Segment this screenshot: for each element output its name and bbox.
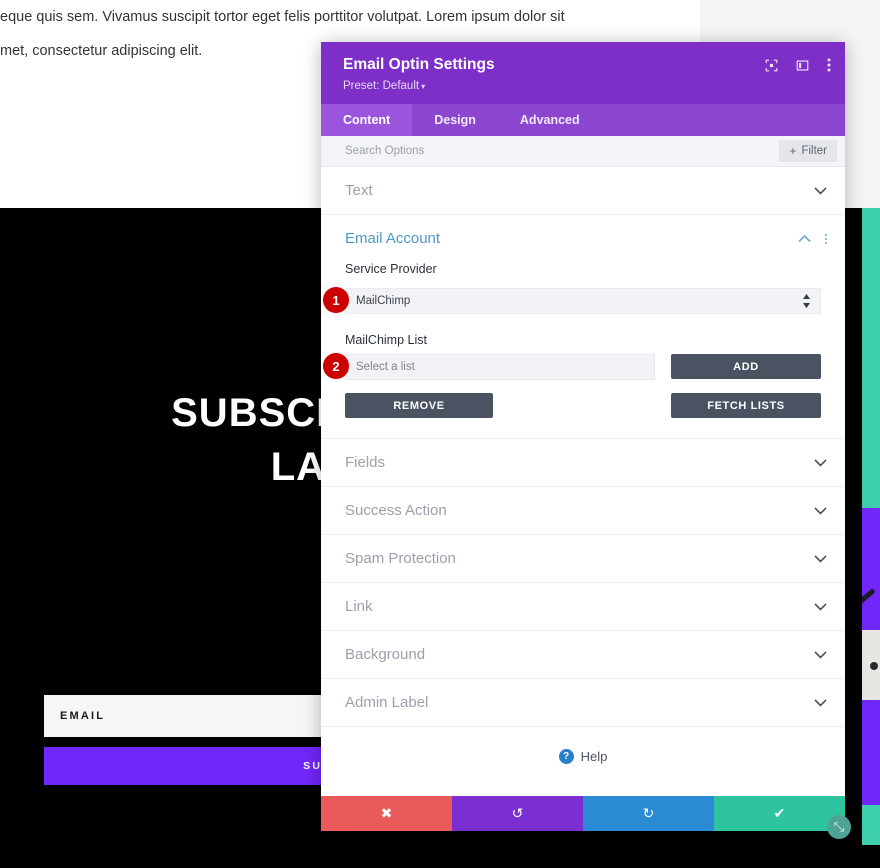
chevron-down-icon	[814, 457, 827, 469]
kebab-menu-icon[interactable]	[827, 58, 831, 72]
section-background: Background	[321, 631, 845, 679]
modal-body: Text Email Account Service Provider 1 Ma…	[321, 167, 845, 796]
filter-button-label: Filter	[801, 145, 827, 157]
panel-layout-icon[interactable]	[796, 59, 809, 72]
resize-handle-icon[interactable]: ⤡	[827, 815, 851, 839]
cancel-button[interactable]: ✖	[321, 796, 452, 831]
mailchimp-list-label: MailChimp List	[345, 333, 427, 347]
modal-tabs: Content Design Advanced	[321, 104, 845, 136]
service-provider-row: 1 MailChimp	[323, 287, 821, 314]
tab-content[interactable]: Content	[321, 104, 413, 136]
help-label: Help	[580, 749, 608, 764]
undo-icon: ↺	[511, 805, 524, 821]
section-spam-protection-title: Spam Protection	[345, 550, 456, 567]
annotation-badge-1: 1	[323, 287, 349, 313]
section-email-account-title: Email Account	[345, 230, 441, 247]
search-input-placeholder: Search Options	[345, 145, 425, 157]
preset-selector[interactable]: Preset: Default ▾	[343, 80, 827, 92]
section-success-action: Success Action	[321, 487, 845, 535]
section-email-account-body: Service Provider 1 MailChimp MailChimp L…	[321, 262, 845, 438]
mailchimp-list-input[interactable]: Select a list	[345, 354, 655, 380]
save-button[interactable]: ✔	[714, 796, 845, 831]
plus-icon: +	[789, 144, 797, 158]
modal-header: Email Optin Settings Preset: Default ▾	[321, 42, 845, 104]
section-text-header[interactable]: Text	[321, 167, 845, 214]
section-email-account: Email Account Service Provider 1 MailChi…	[321, 215, 845, 439]
search-options-bar[interactable]: Search Options + Filter	[321, 136, 845, 167]
section-admin-label-header[interactable]: Admin Label	[321, 679, 845, 726]
section-fields: Fields	[321, 439, 845, 487]
section-success-action-header[interactable]: Success Action	[321, 487, 845, 534]
section-admin-label-title: Admin Label	[345, 694, 429, 711]
section-admin-label: Admin Label	[321, 679, 845, 727]
section-fields-header[interactable]: Fields	[321, 439, 845, 486]
section-link-header[interactable]: Link	[321, 583, 845, 630]
hero-email-placeholder: EMAIL	[60, 710, 106, 722]
redo-button[interactable]: ↻	[583, 796, 714, 831]
tab-design[interactable]: Design	[412, 104, 498, 136]
section-email-account-header[interactable]: Email Account	[321, 215, 845, 262]
chevron-up-icon	[798, 233, 811, 245]
modal-footer: ✖ ↺ ↻ ✔	[321, 796, 845, 831]
tab-design-label: Design	[434, 113, 476, 127]
background-paragraph-line-1: eque quis sem. Vivamus suscipit tortor e…	[0, 9, 565, 25]
close-icon: ✖	[380, 805, 393, 821]
modal-title: Email Optin Settings	[343, 56, 495, 73]
resize-arrow-icon: ⤡	[833, 819, 845, 834]
chevron-down-icon	[814, 601, 827, 613]
chevron-down-icon	[814, 185, 827, 197]
section-kebab-menu-icon[interactable]	[825, 233, 827, 244]
section-spam-protection: Spam Protection	[321, 535, 845, 583]
section-success-action-title: Success Action	[345, 502, 447, 519]
focus-target-icon[interactable]	[765, 59, 778, 72]
service-provider-select[interactable]: MailChimp	[345, 288, 821, 314]
tab-advanced[interactable]: Advanced	[498, 104, 602, 136]
section-link-title: Link	[345, 598, 373, 615]
section-text-title: Text	[345, 182, 373, 199]
section-background-header[interactable]: Background	[321, 631, 845, 678]
add-button-label: ADD	[733, 360, 759, 373]
service-provider-value: MailChimp	[356, 295, 411, 307]
redo-icon: ↻	[642, 805, 655, 821]
annotation-badge-2: 2	[323, 353, 349, 379]
mailchimp-list-row: 2 Select a list ADD	[323, 353, 821, 380]
help-question-icon: ?	[558, 749, 574, 764]
remove-button[interactable]: REMOVE	[345, 393, 493, 418]
fetch-lists-button[interactable]: FETCH LISTS	[671, 393, 821, 418]
robot-lens	[870, 662, 878, 670]
chevron-down-icon	[814, 553, 827, 565]
email-optin-settings-modal: Email Optin Settings Preset: Default ▾ C…	[321, 42, 845, 831]
undo-button[interactable]: ↺	[452, 796, 583, 831]
help-link[interactable]: ? Help	[321, 727, 845, 764]
add-button[interactable]: ADD	[671, 354, 821, 379]
filter-button[interactable]: + Filter	[779, 140, 837, 162]
fetch-lists-button-label: FETCH LISTS	[707, 399, 785, 412]
section-background-title: Background	[345, 646, 426, 663]
chevron-down-icon	[814, 505, 827, 517]
section-link: Link	[321, 583, 845, 631]
modal-header-icons	[765, 58, 831, 72]
select-spinner-icon	[802, 294, 811, 308]
chevron-down-icon	[814, 649, 827, 661]
mailchimp-list-value: Select a list	[356, 361, 415, 373]
service-provider-label: Service Provider	[345, 262, 437, 276]
tab-advanced-label: Advanced	[519, 113, 580, 127]
check-icon: ✔	[773, 805, 786, 821]
chevron-down-icon	[814, 697, 827, 709]
remove-button-label: REMOVE	[393, 399, 445, 412]
section-fields-title: Fields	[345, 454, 386, 471]
preset-caret-icon: ▾	[421, 81, 426, 91]
tab-content-label: Content	[343, 113, 391, 127]
list-actions-row: REMOVE FETCH LISTS	[345, 393, 821, 418]
section-text: Text	[321, 167, 845, 215]
section-spam-protection-header[interactable]: Spam Protection	[321, 535, 845, 582]
preset-label: Preset: Default	[343, 79, 420, 92]
